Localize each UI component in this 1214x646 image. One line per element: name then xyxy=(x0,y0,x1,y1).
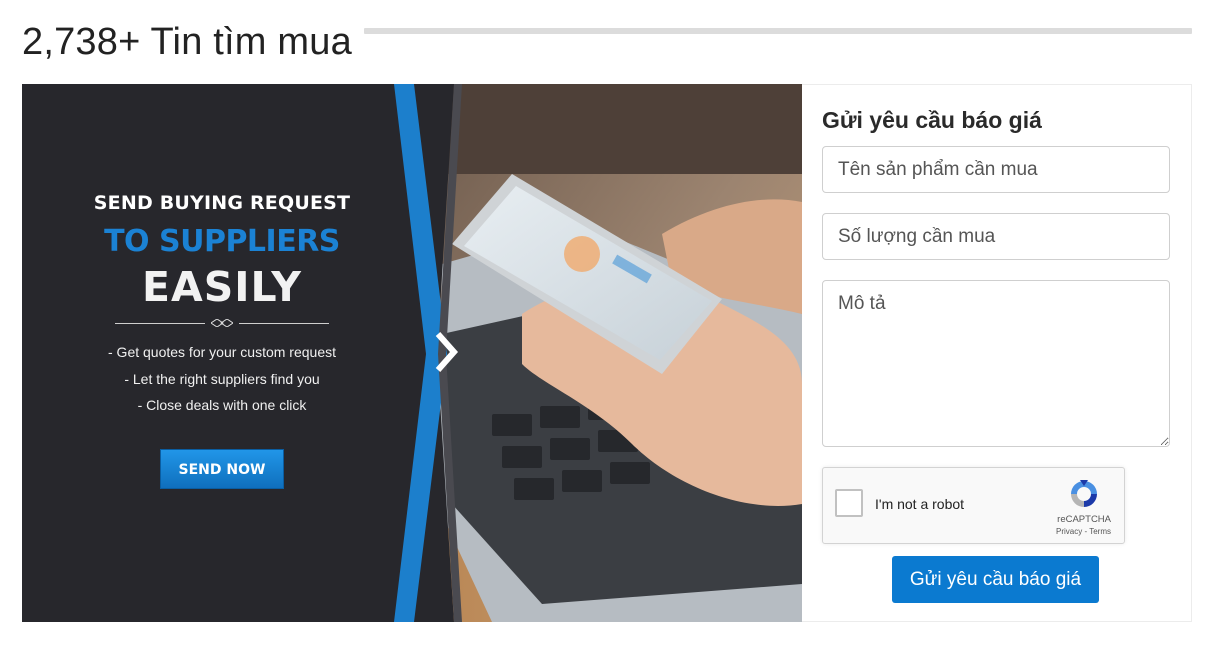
form-title: Gửi yêu cầu báo giá xyxy=(822,107,1042,133)
banner-copy: SEND BUYING REQUEST TO SUPPLIERS EASILY … xyxy=(82,192,362,489)
recaptcha-logo-icon xyxy=(1071,480,1097,507)
recaptcha-checkbox[interactable] xyxy=(835,489,863,517)
list-item: - Let the right suppliers find you xyxy=(124,370,320,387)
banner-benefits-list: - Get quotes for your custom request - L… xyxy=(82,339,362,419)
diamond-ornament-icon xyxy=(211,319,233,327)
quantity-input[interactable] xyxy=(822,213,1170,260)
title-divider xyxy=(363,28,1192,34)
page-title: 2,738+ Tin tìm mua xyxy=(22,20,352,63)
send-now-button[interactable]: SEND NOW xyxy=(160,448,284,489)
recaptcha-privacy-terms-link[interactable]: Privacy - Terms xyxy=(1056,527,1111,536)
banner-divider xyxy=(82,319,362,327)
product-name-input[interactable] xyxy=(822,146,1170,193)
list-item: - Close deals with one click xyxy=(137,397,307,413)
submit-quote-button[interactable]: Gửi yêu cầu báo giá xyxy=(892,556,1099,603)
recaptcha-widget: I'm not a robot reCAPTCHA Privacy - Term… xyxy=(822,467,1125,544)
description-textarea[interactable] xyxy=(822,280,1170,447)
quote-request-form: Gửi yêu cầu báo giá I'm not a robot reCA… xyxy=(802,84,1192,622)
list-item: - Get quotes for your custom request xyxy=(108,344,336,360)
recaptcha-brand: reCAPTCHA xyxy=(1057,514,1111,525)
buying-request-banner[interactable]: SEND BUYING REQUEST TO SUPPLIERS EASILY … xyxy=(22,84,802,622)
recaptcha-label: I'm not a robot xyxy=(875,496,965,512)
section-header: 2,738+ Tin tìm mua xyxy=(22,14,1192,70)
banner-headline-1: SEND BUYING REQUEST xyxy=(93,192,351,214)
banner-headline-3: EASILY xyxy=(142,263,302,311)
banner-headline-2: TO SUPPLIERS xyxy=(104,224,340,259)
